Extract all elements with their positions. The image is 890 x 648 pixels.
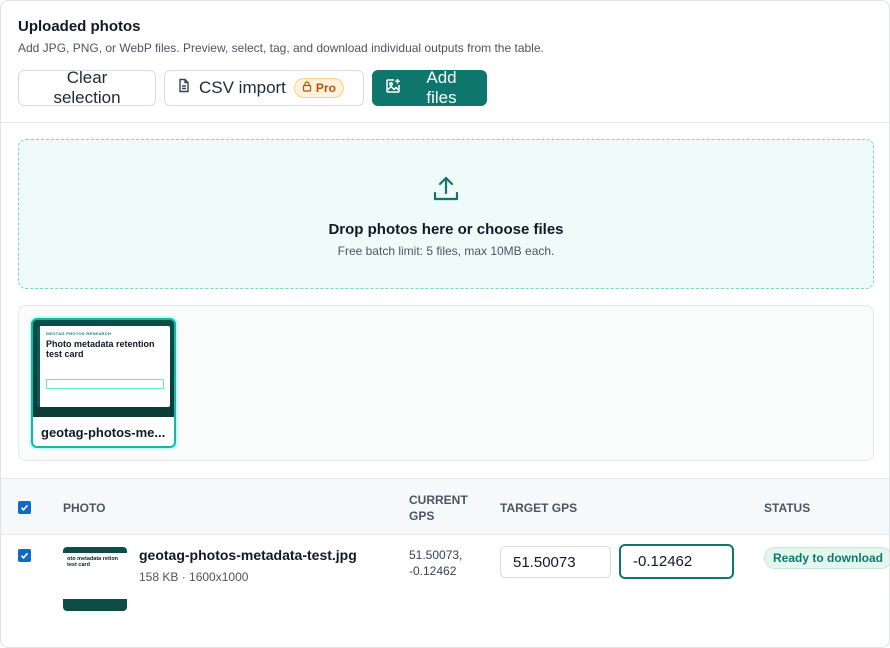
check-icon — [20, 504, 29, 511]
test-card-line — [46, 370, 164, 376]
document-icon — [177, 78, 191, 98]
target-longitude-input[interactable] — [619, 544, 734, 579]
panel-title: Uploaded photos — [18, 18, 141, 35]
photo-thumbnail-card[interactable]: GEOTAG PHOTOS RESEARCH Photo metadata re… — [31, 318, 176, 448]
row-thumb-card: oto metadata retion test card — [63, 553, 127, 599]
photos-table: PHOTO CURRENT GPS TARGET GPS STATUS oto … — [1, 478, 889, 625]
section-divider — [1, 122, 889, 123]
csv-import-label: CSV import — [199, 78, 286, 97]
row-file-name: geotag-photos-metadata-test.jpg — [139, 547, 357, 563]
row-current-gps-lat: 51.50073, — [409, 548, 463, 562]
drop-zone[interactable]: Drop photos here or choose files Free ba… — [18, 139, 874, 289]
photo-gallery: GEOTAG PHOTOS RESEARCH Photo metadata re… — [18, 305, 874, 461]
clear-selection-button[interactable]: Clear selection — [18, 68, 156, 107]
check-icon — [20, 552, 29, 559]
test-card-title: Photo metadata retention test card — [46, 339, 155, 359]
row-select-checkbox[interactable] — [18, 549, 31, 562]
add-files-button[interactable]: Add files — [372, 68, 487, 107]
panel-header: Uploaded photos Add JPG, PNG, or WebP fi… — [18, 18, 889, 55]
table-row: oto metadata retion test card geotag-pho… — [1, 535, 889, 625]
select-all-checkbox[interactable] — [18, 501, 31, 514]
lock-icon — [302, 81, 312, 95]
panel-subtitle: Add JPG, PNG, or WebP files. Preview, se… — [18, 41, 544, 55]
column-header-current-gps[interactable]: CURRENT GPS — [409, 479, 479, 536]
pro-label: Pro — [315, 81, 336, 95]
uploaded-photos-panel: Uploaded photos Add JPG, PNG, or WebP fi… — [0, 0, 890, 648]
test-card-eyebrow: GEOTAG PHOTOS RESEARCH — [46, 331, 112, 336]
add-files-label: Add files — [426, 68, 457, 107]
column-header-photo[interactable]: PHOTO — [63, 479, 105, 536]
image-plus-icon — [385, 78, 401, 99]
pro-badge: Pro — [293, 78, 344, 98]
column-header-target-gps[interactable]: TARGET GPS — [500, 479, 577, 536]
photo-thumbnail-name: geotag-photos-me... — [41, 425, 166, 440]
test-card-preview: GEOTAG PHOTOS RESEARCH Photo metadata re… — [37, 326, 170, 407]
test-card-box — [46, 378, 164, 389]
row-file-meta: 158 KB · 1600x1000 — [139, 570, 249, 584]
select-all-cell — [18, 479, 31, 536]
status-badge: Ready to download — [764, 547, 889, 569]
column-header-status[interactable]: STATUS — [764, 479, 810, 536]
row-current-gps-lng: -0.12462 — [409, 564, 457, 578]
target-latitude-input[interactable] — [500, 546, 611, 578]
drop-zone-subtitle: Free batch limit: 5 files, max 10MB each… — [337, 244, 555, 258]
row-photo-thumbnail[interactable]: oto metadata retion test card — [63, 547, 127, 611]
clear-selection-label: Clear selection — [53, 68, 121, 107]
row-thumb-title: oto metadata retion test card — [67, 556, 119, 568]
row-thumb-line — [67, 572, 123, 576]
photo-thumbnail-image: GEOTAG PHOTOS RESEARCH Photo metadata re… — [33, 320, 174, 417]
toolbar: Clear selection CSV import Pro Add files — [18, 68, 487, 107]
table-header: PHOTO CURRENT GPS TARGET GPS STATUS — [1, 478, 889, 536]
row-current-gps: 51.50073, -0.12462 — [409, 547, 462, 579]
drop-zone-title: Drop photos here or choose files — [328, 221, 564, 238]
upload-icon — [431, 174, 461, 209]
csv-import-button[interactable]: CSV import Pro — [164, 70, 364, 106]
